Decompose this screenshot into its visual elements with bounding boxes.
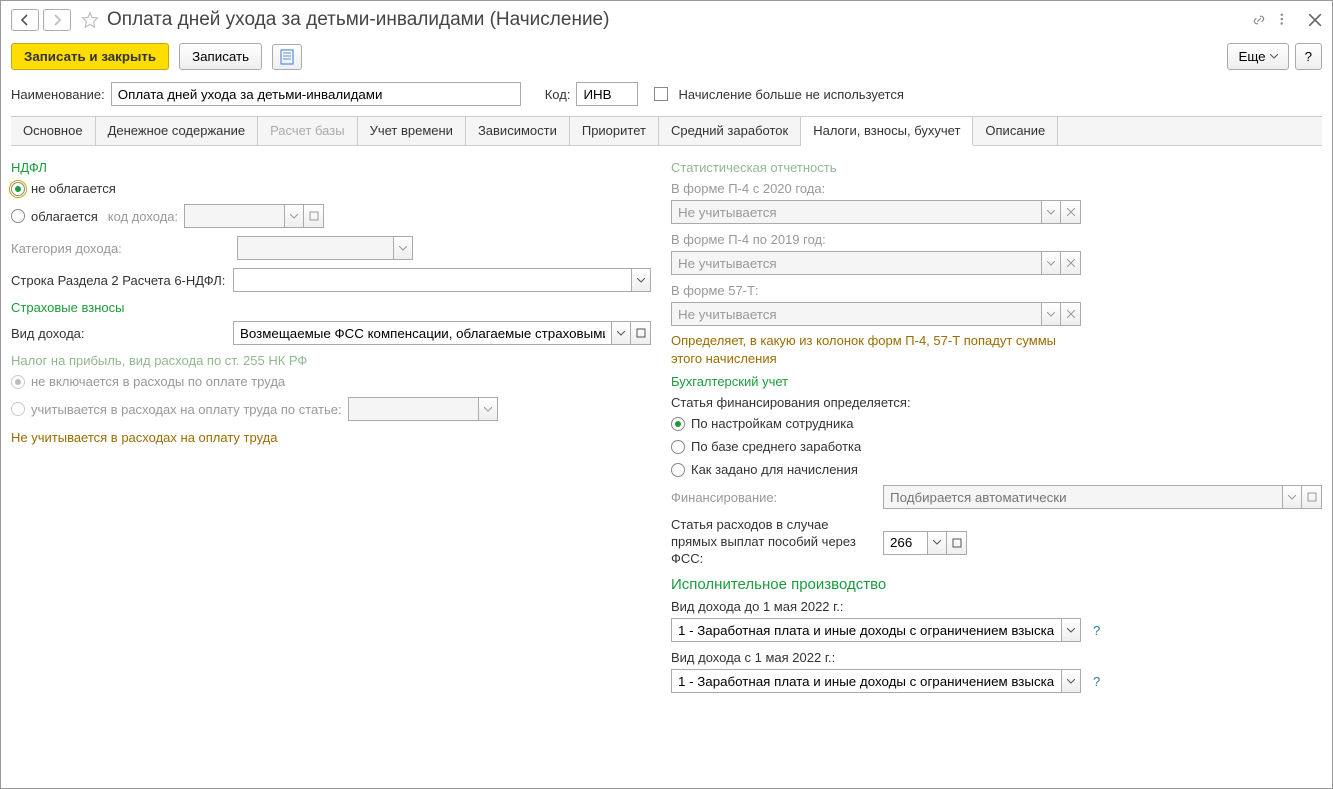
menu-icon[interactable] [1280, 13, 1294, 27]
open-icon[interactable] [947, 531, 967, 555]
report-button[interactable] [272, 44, 302, 70]
chevron-down-icon [478, 397, 498, 421]
enf-title: Исполнительное производство [671, 576, 1322, 593]
chevron-down-icon [393, 236, 413, 260]
fin-input [883, 485, 1282, 509]
radio-as-set[interactable] [671, 463, 685, 477]
clear-icon [1061, 302, 1081, 326]
chevron-down-icon[interactable] [1061, 669, 1081, 693]
income-before-input[interactable] [671, 618, 1061, 642]
chevron-down-icon [284, 204, 304, 228]
name-input[interactable] [111, 82, 521, 106]
more-button[interactable]: Еще [1227, 43, 1288, 70]
chevron-down-icon [1041, 200, 1061, 224]
tab-money[interactable]: Денежное содержание [96, 117, 258, 145]
clear-icon [1061, 200, 1081, 224]
income-after-input[interactable] [671, 669, 1061, 693]
income-type-input[interactable] [233, 321, 611, 345]
nav-back-button[interactable] [11, 9, 39, 31]
chevron-down-icon[interactable] [927, 531, 947, 555]
stat-note: Определяет, в какую из колонок форм П-4,… [671, 332, 1071, 368]
code-label: Код: [545, 87, 571, 102]
expense-input[interactable] [883, 531, 927, 555]
save-close-button[interactable]: Записать и закрыть [11, 43, 169, 70]
page-title: Оплата дней ухода за детьми-инвалидами (… [107, 9, 609, 31]
nav-forward-button[interactable] [43, 9, 71, 31]
radio-not-taxed[interactable] [11, 182, 25, 196]
tab-priority[interactable]: Приоритет [570, 117, 659, 145]
p4-2019-input [671, 251, 1041, 275]
tab-avg[interactable]: Средний заработок [659, 117, 801, 145]
clear-icon [1061, 251, 1081, 275]
insurance-title: Страховые взносы [11, 300, 651, 315]
tab-desc[interactable]: Описание [973, 117, 1058, 145]
unused-label: Начисление больше не используется [678, 87, 903, 102]
open-icon [304, 204, 324, 228]
profit-note: Не учитывается в расходах на оплату труд… [11, 429, 651, 447]
code-input[interactable] [576, 82, 638, 106]
open-icon[interactable] [631, 321, 651, 345]
name-label: Наименование: [11, 87, 105, 102]
favorite-icon[interactable] [81, 11, 99, 29]
close-icon[interactable] [1308, 13, 1322, 27]
chevron-down-icon[interactable] [631, 268, 651, 292]
chevron-down-icon [1041, 302, 1061, 326]
stat-title: Статистическая отчетность [671, 160, 1322, 175]
tab-taxes[interactable]: Налоги, взносы, бухучет [801, 117, 973, 146]
article-input [348, 397, 478, 421]
radio-included [11, 402, 25, 416]
radio-not-included [11, 375, 25, 389]
unused-checkbox[interactable] [654, 87, 668, 101]
ndfl-title: НДФЛ [11, 160, 651, 175]
tab-deps[interactable]: Зависимости [466, 117, 570, 145]
help-button[interactable]: ? [1295, 43, 1322, 70]
radio-by-base[interactable] [671, 440, 685, 454]
help-link[interactable]: ? [1093, 623, 1100, 638]
chevron-down-icon [1041, 251, 1061, 275]
save-button[interactable]: Записать [179, 43, 262, 70]
open-icon [1302, 485, 1322, 509]
tabs: Основное Денежное содержание Расчет базы… [11, 116, 1322, 146]
profit-title: Налог на прибыль, вид расхода по ст. 255… [11, 353, 651, 368]
chevron-down-icon [1282, 485, 1302, 509]
income-code-input [184, 204, 284, 228]
radio-taxed[interactable] [11, 209, 25, 223]
category-input [237, 236, 393, 260]
tab-time[interactable]: Учет времени [358, 117, 466, 145]
chevron-down-icon[interactable] [611, 321, 631, 345]
row6-input[interactable] [233, 268, 631, 292]
p4-2020-input [671, 200, 1041, 224]
radio-by-employee[interactable] [671, 417, 685, 431]
acc-title: Бухгалтерский учет [671, 374, 1322, 389]
chevron-down-icon[interactable] [1061, 618, 1081, 642]
f57t-input [671, 302, 1041, 326]
help-link[interactable]: ? [1093, 674, 1100, 689]
tab-base: Расчет базы [258, 117, 358, 145]
tab-main[interactable]: Основное [11, 117, 96, 145]
link-icon[interactable] [1252, 13, 1266, 27]
